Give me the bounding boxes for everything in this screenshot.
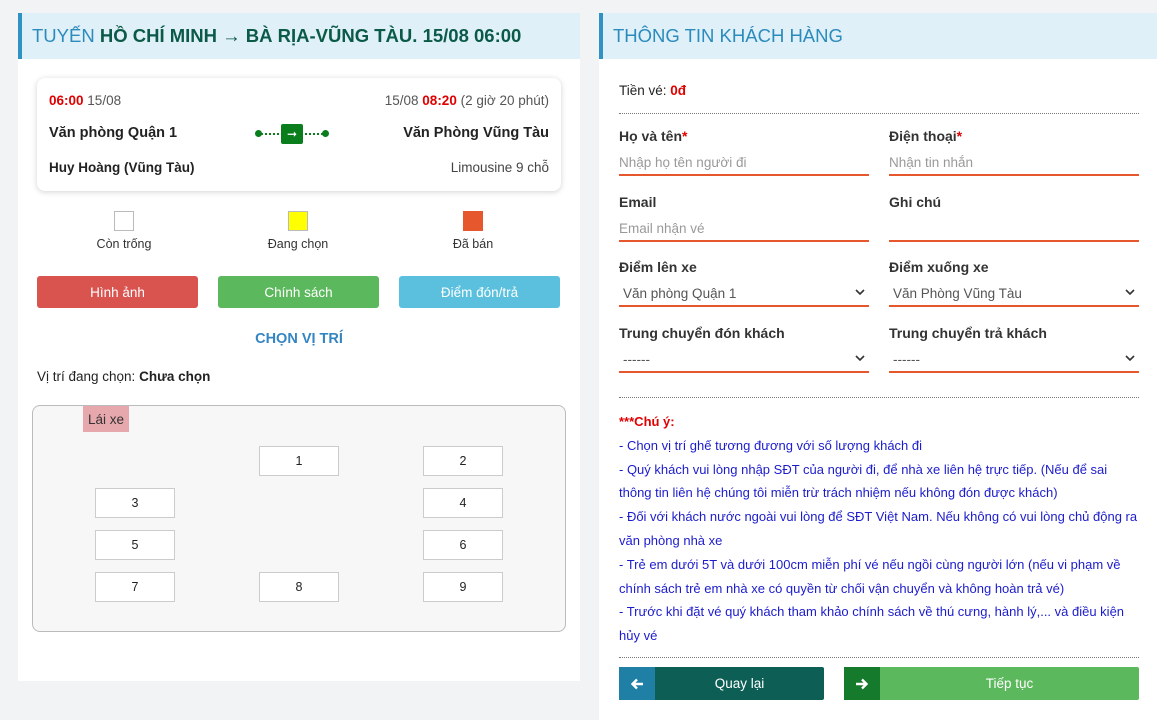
phone-label: Điện thoại (889, 128, 957, 144)
legend-label: Còn trống (96, 237, 152, 251)
dropoff-value: Văn Phòng Vũng Tàu (893, 285, 1022, 301)
transfer-drop-value: ------ (893, 351, 920, 367)
choose-seat-title: CHỌN VỊ TRÍ (255, 331, 343, 347)
legend-selecting: Đang chọn (248, 211, 348, 251)
note-field: Ghi chú (889, 194, 1139, 242)
dropoff-field: Điểm xuống xe Văn Phòng Vũng Tàu (889, 259, 1139, 307)
arrow-right-icon (844, 667, 880, 700)
fee-label: Tiền vé: (619, 83, 667, 98)
name-input[interactable] (619, 150, 869, 176)
chevron-down-icon (855, 355, 865, 362)
trip-card: 06:00 15/08 15/08 08:20 (2 giờ 20 phút) … (37, 78, 561, 191)
arrow-right-icon: ➞ (281, 124, 303, 144)
seat-3[interactable]: 3 (95, 488, 175, 518)
phone-field: Điện thoại* (889, 128, 1139, 176)
seat-5[interactable]: 5 (95, 530, 175, 560)
legend-swatch (114, 211, 134, 231)
notice-line: - Đối với khách nước ngoài vui lòng để S… (619, 509, 1138, 548)
to-office: Văn Phòng Vũng Tàu (403, 125, 549, 141)
transfer-drop-select[interactable]: ------ (889, 347, 1139, 373)
continue-label: Tiếp tục (985, 676, 1034, 691)
vehicle-type: Limousine 9 chỗ (450, 160, 549, 175)
fee-value: 0đ (670, 83, 687, 98)
legend-swatch (288, 211, 308, 231)
divider (619, 113, 1139, 114)
trip-duration: (2 giờ 20 phút) (460, 93, 549, 108)
divider (619, 397, 1139, 398)
seat-1[interactable]: 1 (259, 446, 339, 476)
transfer-pickup-field: Trung chuyển đón khách ------ (619, 325, 869, 373)
pickup-points-button[interactable]: Điểm đón/trả (399, 276, 560, 308)
seat-6[interactable]: 6 (423, 530, 503, 560)
legend-label: Đã bán (452, 237, 494, 251)
route-line: ➞ (255, 124, 329, 144)
seat-4[interactable]: 4 (423, 488, 503, 518)
chevron-down-icon (1125, 355, 1135, 362)
transfer-drop-field: Trung chuyển trả khách ------ (889, 325, 1139, 373)
email-label: Email (619, 194, 657, 210)
legend-available: Còn trống (74, 211, 174, 251)
selected-position: Vị trí đang chọn: Chưa chọn (37, 369, 210, 384)
transfer-pickup-label: Trung chuyển đón khách (619, 325, 785, 341)
notice-line: - Trẻ em dưới 5T và dưới 100cm miễn phí … (619, 556, 1121, 596)
notice-line: - Quý khách vui lòng nhập SĐT của người … (619, 461, 1108, 501)
driver-seat: Lái xe (83, 406, 129, 432)
legend-swatch (463, 211, 483, 231)
seat-7[interactable]: 7 (95, 572, 175, 602)
operator-name: Huy Hoàng (Vũng Tàu) (49, 160, 195, 175)
notice-line: - Chọn vị trí ghế tương đương với số lượ… (619, 437, 923, 453)
seat-8[interactable]: 8 (259, 572, 339, 602)
pickup-select[interactable]: Văn phòng Quận 1 (619, 281, 869, 307)
arrive-time: 08:20 (422, 93, 457, 108)
images-button[interactable]: Hình ảnh (37, 276, 198, 308)
customer-panel: THÔNG TIN KHÁCH HÀNG Tiền vé: 0đ Họ và t… (599, 13, 1157, 720)
depart-date: 15/08 (87, 93, 122, 108)
legend-label: Đang chọn (267, 237, 329, 251)
notice-box: ***Chú ý: - Chọn vị trí ghế tương đương … (619, 410, 1139, 648)
transfer-pickup-value: ------ (623, 351, 650, 367)
transfer-drop-label: Trung chuyển trả khách (889, 325, 1047, 341)
chevron-down-icon (855, 289, 865, 296)
note-label: Ghi chú (889, 194, 942, 210)
notice-line: - Trước khi đặt vé quý khách tham khảo c… (619, 604, 1125, 644)
continue-button[interactable]: Tiếp tục (844, 667, 1139, 700)
selected-label: Vị trí đang chọn: (37, 369, 136, 384)
pickup-field: Điểm lên xe Văn phòng Quận 1 (619, 259, 869, 307)
chevron-down-icon (1125, 289, 1135, 296)
arrive-date: 15/08 (384, 93, 419, 108)
pickup-label: Điểm lên xe (619, 259, 697, 275)
route-prefix: TUYẾN (32, 25, 95, 46)
note-input[interactable] (889, 216, 1139, 242)
route-header: TUYẾN HỒ CHÍ MINH → BÀ RỊA-VŨNG TÀU. 15/… (18, 13, 580, 59)
notice-title: ***Chú ý: (619, 414, 675, 429)
pickup-value: Văn phòng Quận 1 (623, 285, 737, 301)
transfer-pickup-select[interactable]: ------ (619, 347, 869, 373)
email-field: Email (619, 194, 869, 242)
depart-time: 06:00 (49, 93, 84, 108)
selected-value: Chưa chọn (139, 369, 211, 384)
from-office: Văn phòng Quận 1 (49, 125, 178, 141)
dropoff-select[interactable]: Văn Phòng Vũng Tàu (889, 281, 1139, 307)
policy-button[interactable]: Chính sách (218, 276, 379, 308)
phone-input[interactable] (889, 150, 1139, 176)
dropoff-label: Điểm xuống xe (889, 259, 989, 275)
legend-sold: Đã bán (423, 211, 523, 251)
route-name: HỒ CHÍ MINH → BÀ RỊA-VŨNG TÀU. (99, 25, 418, 46)
customer-header: THÔNG TIN KHÁCH HÀNG (599, 13, 1157, 59)
divider (619, 657, 1139, 658)
back-label: Quay lại (714, 676, 765, 691)
arrow-left-icon (619, 667, 655, 700)
seat-9[interactable]: 9 (423, 572, 503, 602)
required-mark: * (682, 128, 688, 144)
name-field: Họ và tên* (619, 128, 869, 176)
required-mark: * (956, 128, 963, 144)
route-datetime: 15/08 06:00 (422, 25, 522, 46)
seat-map: Lái xe 1 2 3 4 5 6 7 8 9 (32, 405, 566, 632)
seat-2[interactable]: 2 (423, 446, 503, 476)
back-button[interactable]: Quay lại (619, 667, 824, 700)
trip-panel: TUYẾN HỒ CHÍ MINH → BÀ RỊA-VŨNG TÀU. 15/… (18, 13, 580, 681)
ticket-fee: Tiền vé: 0đ (619, 83, 686, 98)
email-input[interactable] (619, 216, 869, 242)
name-label: Họ và tên (619, 128, 683, 144)
